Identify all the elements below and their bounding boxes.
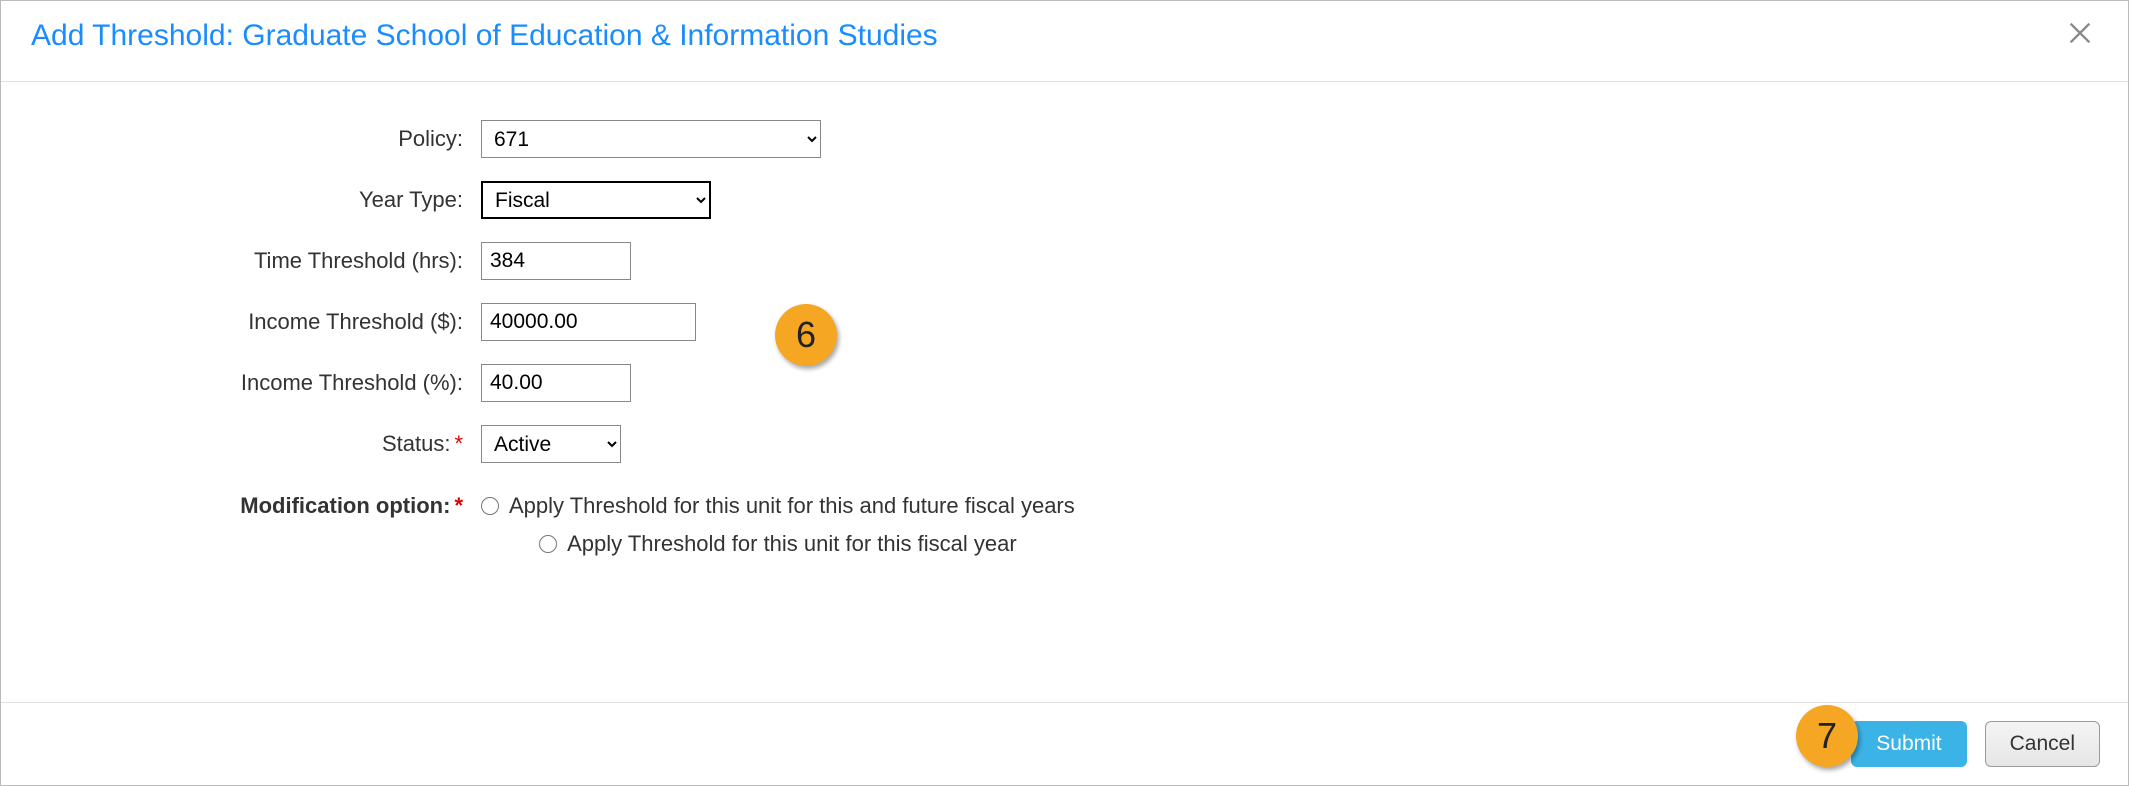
modification-option-this-year[interactable]: Apply Threshold for this unit for this f… bbox=[539, 531, 1017, 557]
dialog-header: Add Threshold: Graduate School of Educat… bbox=[1, 1, 2128, 82]
label-year-type: Year Type: bbox=[1, 187, 481, 213]
year-type-select[interactable]: Fiscal bbox=[481, 181, 711, 219]
dialog-body: Policy: 671 Year Type: Fiscal Time Thres… bbox=[1, 82, 2128, 610]
label-status: Status:* bbox=[1, 431, 481, 457]
callout-6-badge: 6 bbox=[775, 304, 837, 366]
label-income-dollar: Income Threshold ($): bbox=[1, 309, 481, 335]
radio-future-label: Apply Threshold for this unit for this a… bbox=[509, 493, 1075, 519]
radio-future[interactable] bbox=[481, 497, 499, 515]
radio-this-year-label: Apply Threshold for this unit for this f… bbox=[567, 531, 1017, 557]
radio-this-year[interactable] bbox=[539, 535, 557, 553]
submit-button[interactable]: Submit bbox=[1851, 721, 1966, 767]
policy-select[interactable]: 671 bbox=[481, 120, 821, 158]
row-income-pct: Income Threshold (%): bbox=[1, 364, 2128, 402]
callout-7-badge: 7 bbox=[1796, 705, 1858, 767]
time-threshold-input[interactable] bbox=[481, 242, 631, 280]
label-income-pct: Income Threshold (%): bbox=[1, 370, 481, 396]
label-modification: Modification option:* bbox=[1, 493, 481, 519]
row-policy: Policy: 671 bbox=[1, 120, 2128, 158]
add-threshold-dialog: Add Threshold: Graduate School of Educat… bbox=[0, 0, 2129, 786]
row-income-dollar: Income Threshold ($): bbox=[1, 303, 2128, 341]
income-dollar-input[interactable] bbox=[481, 303, 696, 341]
cancel-button[interactable]: Cancel bbox=[1985, 721, 2100, 767]
row-status: Status:* Active bbox=[1, 425, 2128, 463]
label-policy: Policy: bbox=[1, 126, 481, 152]
label-time-threshold: Time Threshold (hrs): bbox=[1, 248, 481, 274]
dialog-title: Add Threshold: Graduate School of Educat… bbox=[31, 19, 938, 53]
close-icon[interactable] bbox=[2062, 19, 2098, 53]
row-modification: Modification option:* Apply Threshold fo… bbox=[1, 493, 2128, 557]
income-pct-input[interactable] bbox=[481, 364, 631, 402]
row-time-threshold: Time Threshold (hrs): bbox=[1, 242, 2128, 280]
dialog-footer: 7 Submit Cancel bbox=[1, 702, 2128, 785]
required-marker: * bbox=[454, 431, 463, 456]
status-select[interactable]: Active bbox=[481, 425, 621, 463]
modification-option-future[interactable]: Apply Threshold for this unit for this a… bbox=[481, 493, 1075, 519]
required-marker: * bbox=[454, 493, 463, 518]
row-year-type: Year Type: Fiscal bbox=[1, 181, 2128, 219]
